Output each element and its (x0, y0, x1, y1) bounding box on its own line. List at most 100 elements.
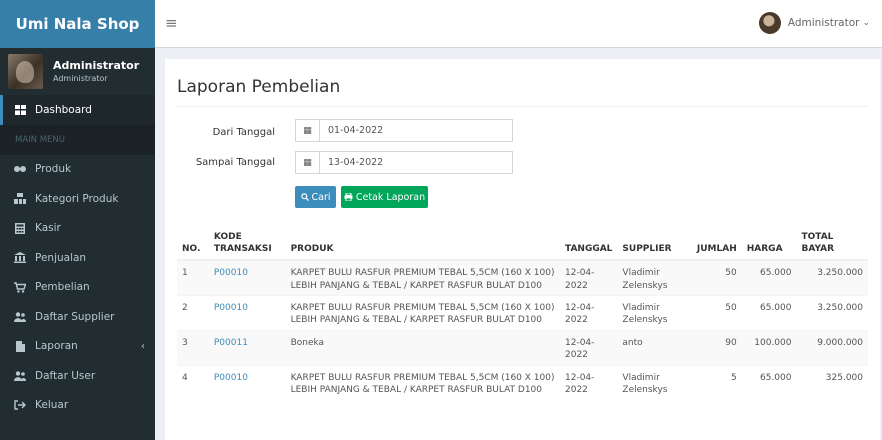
sidebar-item-label: Daftar Supplier (35, 310, 115, 323)
calendar-icon: ▦ (296, 152, 320, 173)
sidebar-item-penjualan[interactable]: Penjualan (0, 243, 155, 273)
kode-transaksi-link[interactable]: P00011 (214, 338, 248, 348)
sidebar-item-kategori-produk[interactable]: Kategori Produk (0, 184, 155, 214)
kode-transaksi-link[interactable]: P00010 (214, 268, 248, 278)
cubes-icon (14, 163, 26, 175)
cell-produk: KARPET BULU RASFUR PREMIUM TEBAL 5,5CM (… (285, 259, 560, 295)
bank-icon (14, 252, 26, 264)
sidebar-item-kasir[interactable]: Kasir (0, 214, 155, 244)
sidebar-item-label: Penjualan (35, 251, 87, 264)
cell-total: 325.000 (796, 364, 868, 400)
cell-supplier: Vladimir Zelenskys (617, 364, 692, 400)
cell-harga: 65.000 (741, 294, 797, 330)
cell-no: 1 (177, 259, 209, 295)
table-row: 3 P00011 Boneka 12-04- 2022 anto 90 100.0… (177, 329, 868, 365)
cari-label: Cari (311, 191, 331, 203)
cell-no: 4 (177, 364, 209, 400)
sampai-tanggal-group: ▦ (295, 151, 513, 174)
cell-harga: 65.000 (741, 364, 797, 400)
user-role: Administrator (53, 73, 108, 83)
hamburger-menu-icon[interactable]: ≡ (165, 14, 178, 32)
sidebar-item-pembelian[interactable]: Pembelian (0, 273, 155, 303)
col-header-kode: KODE TRANSAKSI (208, 222, 286, 261)
cell-harga: 100.000 (741, 329, 797, 365)
user-name: Administrator (53, 58, 140, 72)
sidebar-item-label: Pembelian (35, 281, 90, 294)
cell-total: 9.000.000 (796, 329, 868, 365)
cell-no: 3 (177, 329, 209, 365)
page-title: Laporan Pembelian (177, 77, 341, 97)
kode-transaksi-link[interactable]: P00010 (214, 303, 248, 313)
sidebar-item-daftar-supplier[interactable]: Daftar Supplier (0, 302, 155, 332)
cetak-label: Cetak Laporan (355, 191, 426, 203)
sidebar-item-label: Keluar (35, 399, 69, 412)
purchase-report-table: NO. KODE TRANSAKSI PRODUK TANGGAL SUPPLIE… (177, 222, 868, 400)
sampai-tanggal-input[interactable] (320, 152, 512, 173)
cart-icon (14, 281, 26, 293)
chevron-down-icon: ⌄ (862, 18, 870, 28)
top-navbar: ≡ Administrator ⌄ (155, 0, 882, 48)
dari-tanggal-input[interactable] (320, 120, 512, 141)
sampai-tanggal-label: Sampai Tanggal (195, 157, 275, 168)
sign-out-icon (14, 399, 26, 411)
sidebar-item-label: Kategori Produk (35, 192, 119, 205)
print-icon (344, 193, 353, 201)
cetak-laporan-button[interactable]: Cetak Laporan (341, 186, 428, 208)
sidebar-item-label: Produk (35, 163, 72, 176)
dari-tanggal-label: Dari Tanggal (212, 127, 275, 138)
cell-jumlah: 50 (691, 294, 742, 330)
cell-jumlah: 90 (691, 329, 742, 365)
cell-produk: KARPET BULU RASFUR PREMIUM TEBAL 5,5CM (… (285, 364, 560, 400)
account-menu[interactable]: Administrator ⌄ (758, 12, 870, 34)
cell-tanggal: 12-04- 2022 (560, 294, 618, 330)
cell-jumlah: 50 (691, 259, 742, 295)
cell-tanggal: 12-04- 2022 (560, 329, 618, 365)
dashboard-icon (14, 104, 26, 116)
avatar (758, 12, 781, 34)
col-header-no: NO. (177, 222, 209, 261)
cell-produk: Boneka (285, 329, 560, 365)
report-box: Laporan Pembelian Dari Tanggal ▦ Sampai … (165, 59, 880, 440)
user-panel: Administrator Administrator (0, 48, 155, 95)
sidebar-item-label: Daftar User (35, 369, 96, 382)
brand-logo[interactable]: Umi Nala Shop (0, 0, 155, 48)
col-header-harga: HARGA (741, 222, 797, 261)
file-icon (14, 340, 26, 352)
cari-button[interactable]: Cari (295, 186, 336, 208)
col-header-supplier: SUPPLIER (617, 222, 692, 261)
sidebar-item-keluar[interactable]: Keluar (0, 391, 155, 421)
search-icon (300, 193, 309, 201)
cell-no: 2 (177, 294, 209, 330)
cell-jumlah: 5 (691, 364, 742, 400)
cell-total: 3.250.000 (796, 294, 868, 330)
sidebar-item-label: Laporan (35, 340, 78, 353)
table-row: 1 P00010 KARPET BULU RASFUR PREMIUM TEBA… (177, 259, 868, 295)
cell-harga: 65.000 (741, 259, 797, 295)
users-icon (14, 311, 26, 323)
chevron-left-icon: ‹ (141, 340, 145, 352)
sidebar-item-laporan[interactable]: Laporan ‹ (0, 332, 155, 362)
calculator-icon (14, 222, 26, 234)
menu-header: MAIN MENU (0, 124, 155, 155)
divider (177, 106, 868, 107)
sidebar-item-dashboard[interactable]: Dashboard (0, 95, 155, 125)
table-row: 4 P00010 KARPET BULU RASFUR PREMIUM TEBA… (177, 364, 868, 400)
sidebar: Umi Nala Shop Administrator Administrato… (0, 0, 155, 440)
table-row: 2 P00010 KARPET BULU RASFUR PREMIUM TEBA… (177, 294, 868, 330)
sidebar-item-daftar-user[interactable]: Daftar User (0, 361, 155, 391)
table-header-row: NO. KODE TRANSAKSI PRODUK TANGGAL SUPPLIE… (177, 222, 868, 261)
cell-supplier: anto (617, 329, 692, 365)
cell-supplier: Vladimir Zelenskys (617, 259, 692, 295)
users-icon (14, 370, 26, 382)
col-header-total: TOTAL BAYAR (796, 222, 868, 261)
dari-tanggal-group: ▦ (295, 119, 513, 142)
sidebar-item-produk[interactable]: Produk (0, 155, 155, 185)
kode-transaksi-link[interactable]: P00010 (214, 373, 248, 383)
account-name: Administrator (787, 17, 860, 29)
cell-supplier: Vladimir Zelenskys (617, 294, 692, 330)
cell-tanggal: 12-04- 2022 (560, 364, 618, 400)
sidebar-item-label: Dashboard (35, 103, 92, 116)
calendar-icon: ▦ (296, 120, 320, 141)
cell-tanggal: 12-04- 2022 (560, 259, 618, 295)
sitemap-icon (14, 193, 26, 205)
